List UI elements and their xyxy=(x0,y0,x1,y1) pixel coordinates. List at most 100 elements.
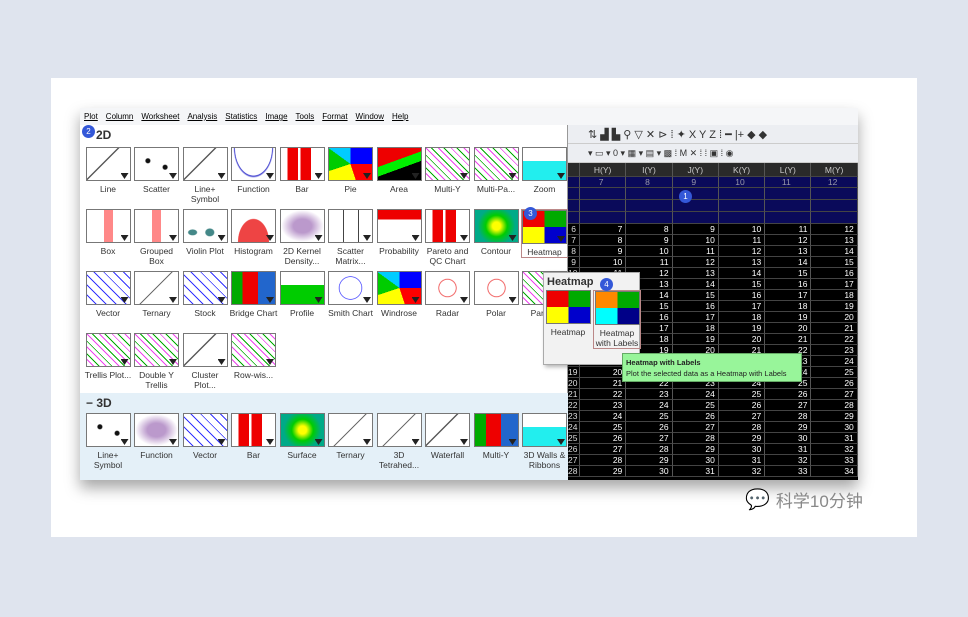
cell[interactable]: 10 xyxy=(580,257,627,268)
plot-type-violin-plot[interactable]: Violin Plot xyxy=(181,209,229,256)
cell[interactable]: 14 xyxy=(811,246,858,257)
dropdown-arrow-icon[interactable] xyxy=(363,173,371,179)
dropdown-arrow-icon[interactable] xyxy=(169,235,177,241)
dropdown-arrow-icon[interactable] xyxy=(266,359,274,365)
cell[interactable] xyxy=(811,188,858,200)
cell[interactable]: 12 xyxy=(765,235,812,246)
row-header[interactable]: 7 xyxy=(568,235,580,246)
cell[interactable]: 29 xyxy=(811,411,858,422)
row-header[interactable]: 6 xyxy=(568,224,580,235)
plot-type-polar[interactable]: Polar xyxy=(472,271,520,318)
cell[interactable] xyxy=(580,200,627,212)
plot-type-zoom[interactable]: Zoom xyxy=(521,147,569,194)
cell[interactable]: 15 xyxy=(718,279,766,290)
cell[interactable]: H(Y) xyxy=(580,163,627,177)
plot-type-box[interactable]: Box xyxy=(84,209,132,256)
cell[interactable]: 17 xyxy=(765,290,812,301)
cell[interactable]: 16 xyxy=(672,301,719,312)
dropdown-arrow-icon[interactable] xyxy=(314,439,323,445)
plot-type-ternary[interactable]: Ternary xyxy=(133,271,181,318)
plot-type-probability[interactable]: Probability xyxy=(375,209,423,256)
cell[interactable]: 28 xyxy=(811,400,858,411)
cell[interactable]: 30 xyxy=(718,444,766,455)
cell[interactable] xyxy=(672,200,719,212)
plot-type-windrose[interactable]: Windrose xyxy=(375,271,423,318)
menu-tools[interactable]: Tools xyxy=(296,112,315,121)
cell[interactable]: 9 xyxy=(672,224,719,235)
cell[interactable]: 32 xyxy=(811,444,858,455)
plot-type-vector[interactable]: Vector xyxy=(84,271,132,318)
cell[interactable]: 12 xyxy=(811,224,858,235)
dropdown-arrow-icon[interactable] xyxy=(508,439,517,445)
cell[interactable]: 8 xyxy=(580,235,627,246)
cell[interactable]: 26 xyxy=(765,389,812,400)
plot-type-ternary[interactable]: Ternary xyxy=(327,413,375,460)
plot-type-stock[interactable]: Stock xyxy=(181,271,229,318)
cell[interactable] xyxy=(672,212,719,224)
row-header[interactable]: 9 xyxy=(568,257,580,268)
cell[interactable]: 27 xyxy=(672,422,719,433)
dropdown-arrow-icon[interactable] xyxy=(169,359,177,365)
cell[interactable]: 25 xyxy=(718,389,766,400)
cell[interactable]: 8 xyxy=(626,177,673,188)
cell[interactable]: 13 xyxy=(718,257,766,268)
dropdown-arrow-icon[interactable] xyxy=(508,173,517,179)
dropdown-arrow-icon[interactable] xyxy=(314,297,323,303)
cell[interactable]: 26 xyxy=(718,400,766,411)
dropdown-arrow-icon[interactable] xyxy=(508,297,517,303)
cell[interactable]: 12 xyxy=(811,177,858,188)
cell[interactable]: 28 xyxy=(626,444,673,455)
dropdown-arrow-icon[interactable] xyxy=(169,297,177,303)
dropdown-arrow-icon[interactable] xyxy=(411,235,420,241)
dropdown-arrow-icon[interactable] xyxy=(120,297,129,303)
plot-type-pie[interactable]: Pie xyxy=(327,147,375,194)
cell[interactable]: 20 xyxy=(765,323,812,334)
row-header[interactable] xyxy=(568,177,580,188)
plot-type-trellis-plot-[interactable]: Trellis Plot... xyxy=(84,333,132,380)
cell[interactable]: 18 xyxy=(718,312,766,323)
row-header[interactable]: 28 xyxy=(568,466,580,477)
cell[interactable]: 13 xyxy=(811,235,858,246)
plot-type-line-symbol[interactable]: Line+ Symbol xyxy=(84,413,132,470)
cell[interactable]: 30 xyxy=(765,433,812,444)
plot-type-vector[interactable]: Vector xyxy=(181,413,229,460)
cell[interactable]: 17 xyxy=(811,279,858,290)
cell[interactable]: 20 xyxy=(718,334,766,345)
cell[interactable]: 31 xyxy=(718,455,766,466)
cell[interactable] xyxy=(718,212,766,224)
dropdown-arrow-icon[interactable] xyxy=(460,235,468,241)
cell[interactable]: 11 xyxy=(626,257,673,268)
cell[interactable]: 11 xyxy=(765,224,812,235)
cell[interactable]: 24 xyxy=(672,389,719,400)
cell[interactable]: 9 xyxy=(672,177,719,188)
dropdown-arrow-icon[interactable] xyxy=(363,439,371,445)
dropdown-arrow-icon[interactable] xyxy=(217,297,226,303)
cell[interactable]: 19 xyxy=(718,323,766,334)
cell[interactable]: 25 xyxy=(626,411,673,422)
cell[interactable]: 16 xyxy=(718,290,766,301)
cell[interactable]: 24 xyxy=(811,356,858,367)
cell[interactable]: 18 xyxy=(811,290,858,301)
dropdown-arrow-icon[interactable] xyxy=(460,173,468,179)
row-header[interactable]: 22 xyxy=(568,400,580,411)
cell[interactable]: 26 xyxy=(626,422,673,433)
cell[interactable]: 9 xyxy=(580,246,627,257)
toolbar-row-2[interactable]: ▾ ▭ ▾ 0 ▾ ▦ ▾ ▤ ▾ ▩ ⁞ M ✕ ⁞ ⁞ ▣ ⁞ ◉ xyxy=(568,144,858,163)
row-header[interactable] xyxy=(568,200,580,212)
cell[interactable]: 31 xyxy=(811,433,858,444)
plot-type-bridge-chart[interactable]: Bridge Chart xyxy=(230,271,278,318)
dropdown-arrow-icon[interactable] xyxy=(266,173,274,179)
plot-type-profile[interactable]: Profile xyxy=(278,271,326,318)
cell[interactable]: 34 xyxy=(811,466,858,477)
cell[interactable]: 22 xyxy=(580,389,627,400)
plot-type-row-wis-[interactable]: Row-wis... xyxy=(230,333,278,380)
cell[interactable]: 32 xyxy=(718,466,766,477)
menu-statistics[interactable]: Statistics xyxy=(225,112,257,121)
plot-type-contour[interactable]: Contour xyxy=(472,209,520,256)
cell[interactable]: 23 xyxy=(811,345,858,356)
cell[interactable]: 29 xyxy=(765,422,812,433)
submenu-heatmap-with-labels[interactable]: Heatmap with Labels xyxy=(593,290,641,349)
cell[interactable] xyxy=(580,212,627,224)
cell[interactable]: 10 xyxy=(718,177,766,188)
cell[interactable]: 16 xyxy=(765,279,812,290)
